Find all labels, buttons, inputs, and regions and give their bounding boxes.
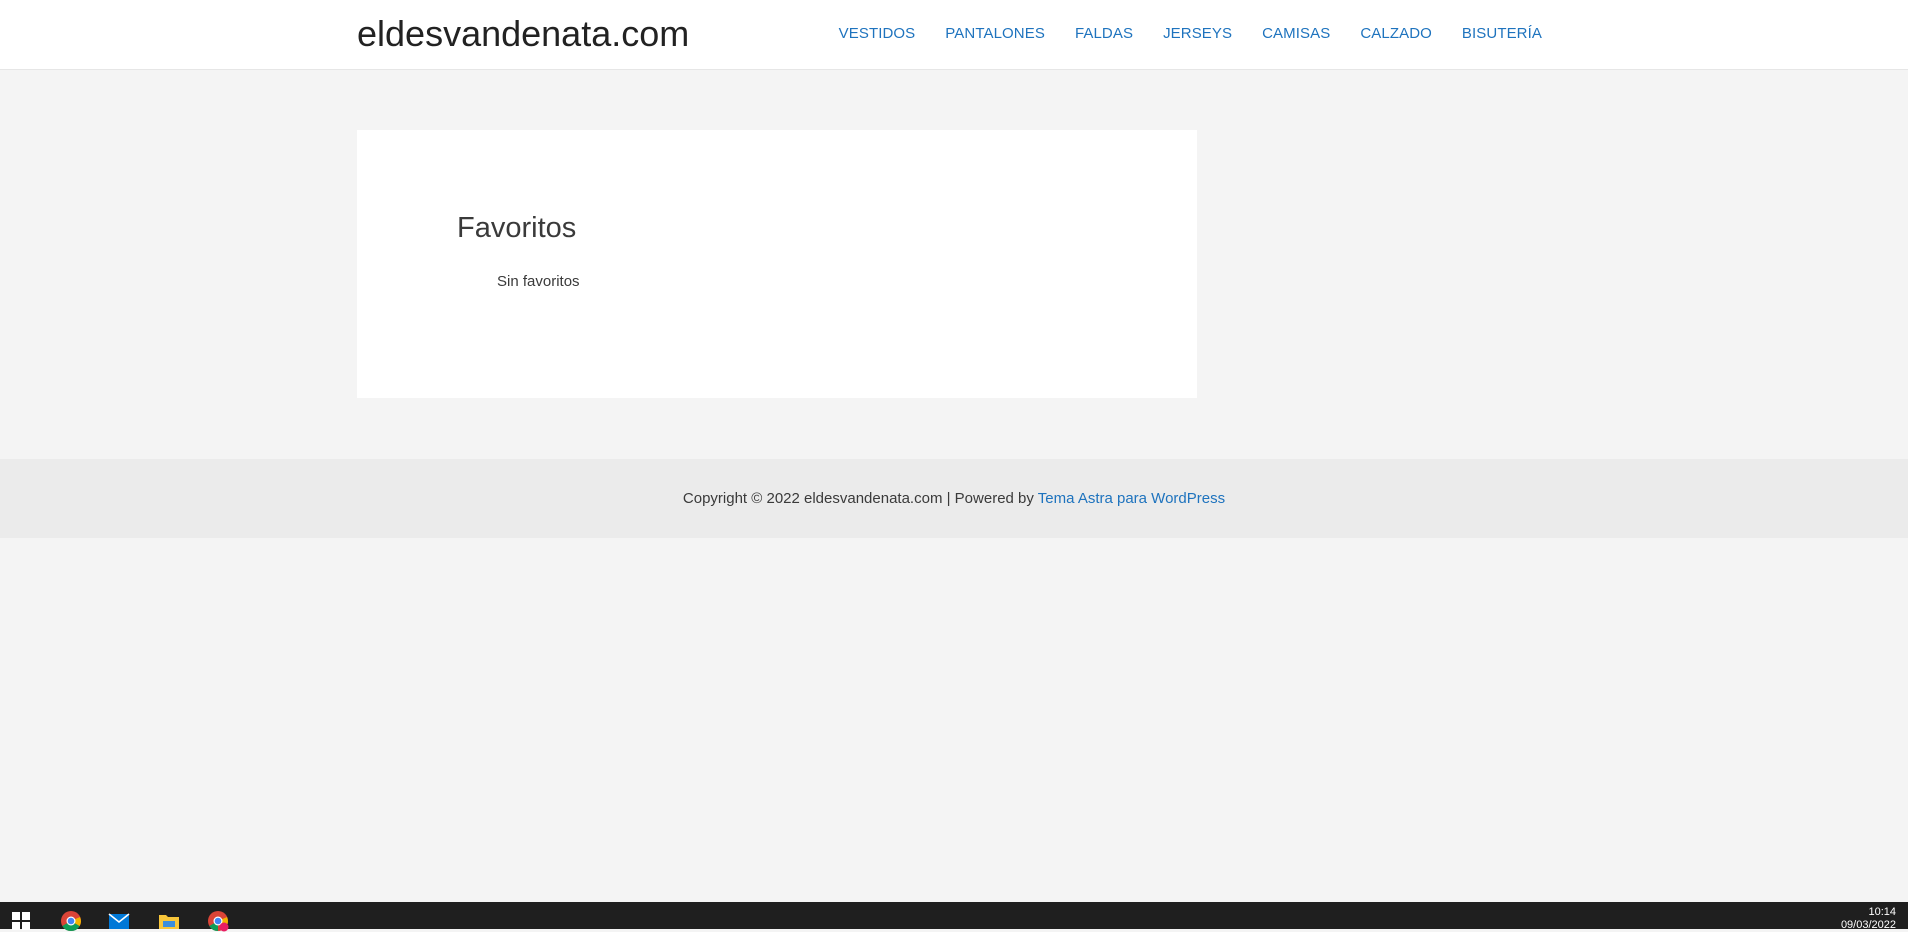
clock-date: 09/03/2022 [1840, 919, 1896, 931]
windows-start-icon[interactable] [12, 912, 30, 930]
footer-copyright: Copyright © 2022 eldesvandenata.com | Po… [683, 490, 1225, 507]
site-title-link[interactable]: eldesvandenata.com [357, 12, 689, 56]
footer-astra-link[interactable]: Tema Astra para WordPress [1038, 490, 1225, 507]
site-header: eldesvandenata.com VESTIDOS PANTALONES F… [0, 0, 1908, 70]
nav-item-bisuteria[interactable]: BISUTERÍA [1462, 25, 1542, 42]
footer-copyright-text: Copyright © 2022 eldesvandenata.com | Po… [682, 490, 1034, 507]
nav-item-vestidos[interactable]: VESTIDOS [839, 25, 916, 42]
empty-favorites-message: Sin favoritos [497, 273, 580, 290]
taskbar-clock[interactable]: 10:14 09/03/2022 [1841, 906, 1896, 932]
nav-item-faldas[interactable]: FALDAS [1075, 25, 1133, 42]
page-title: Favoritos [457, 212, 577, 244]
nav-item-jerseys[interactable]: JERSEYS [1163, 25, 1232, 42]
taskbar: 10:14 09/03/2022 [0, 902, 1908, 932]
main-nav: VESTIDOS PANTALONES FALDAS JERSEYS CAMIS… [809, 0, 1542, 66]
site-footer: Copyright © 2022 eldesvandenata.com | Po… [0, 459, 1908, 538]
nav-item-calzado[interactable]: CALZADO [1360, 25, 1432, 42]
nav-item-camisas[interactable]: CAMISAS [1262, 25, 1330, 42]
clock-time: 10:14 [1868, 906, 1896, 918]
content-card: Favoritos Sin favoritos [357, 130, 1197, 398]
nav-item-pantalones[interactable]: PANTALONES [945, 25, 1045, 42]
